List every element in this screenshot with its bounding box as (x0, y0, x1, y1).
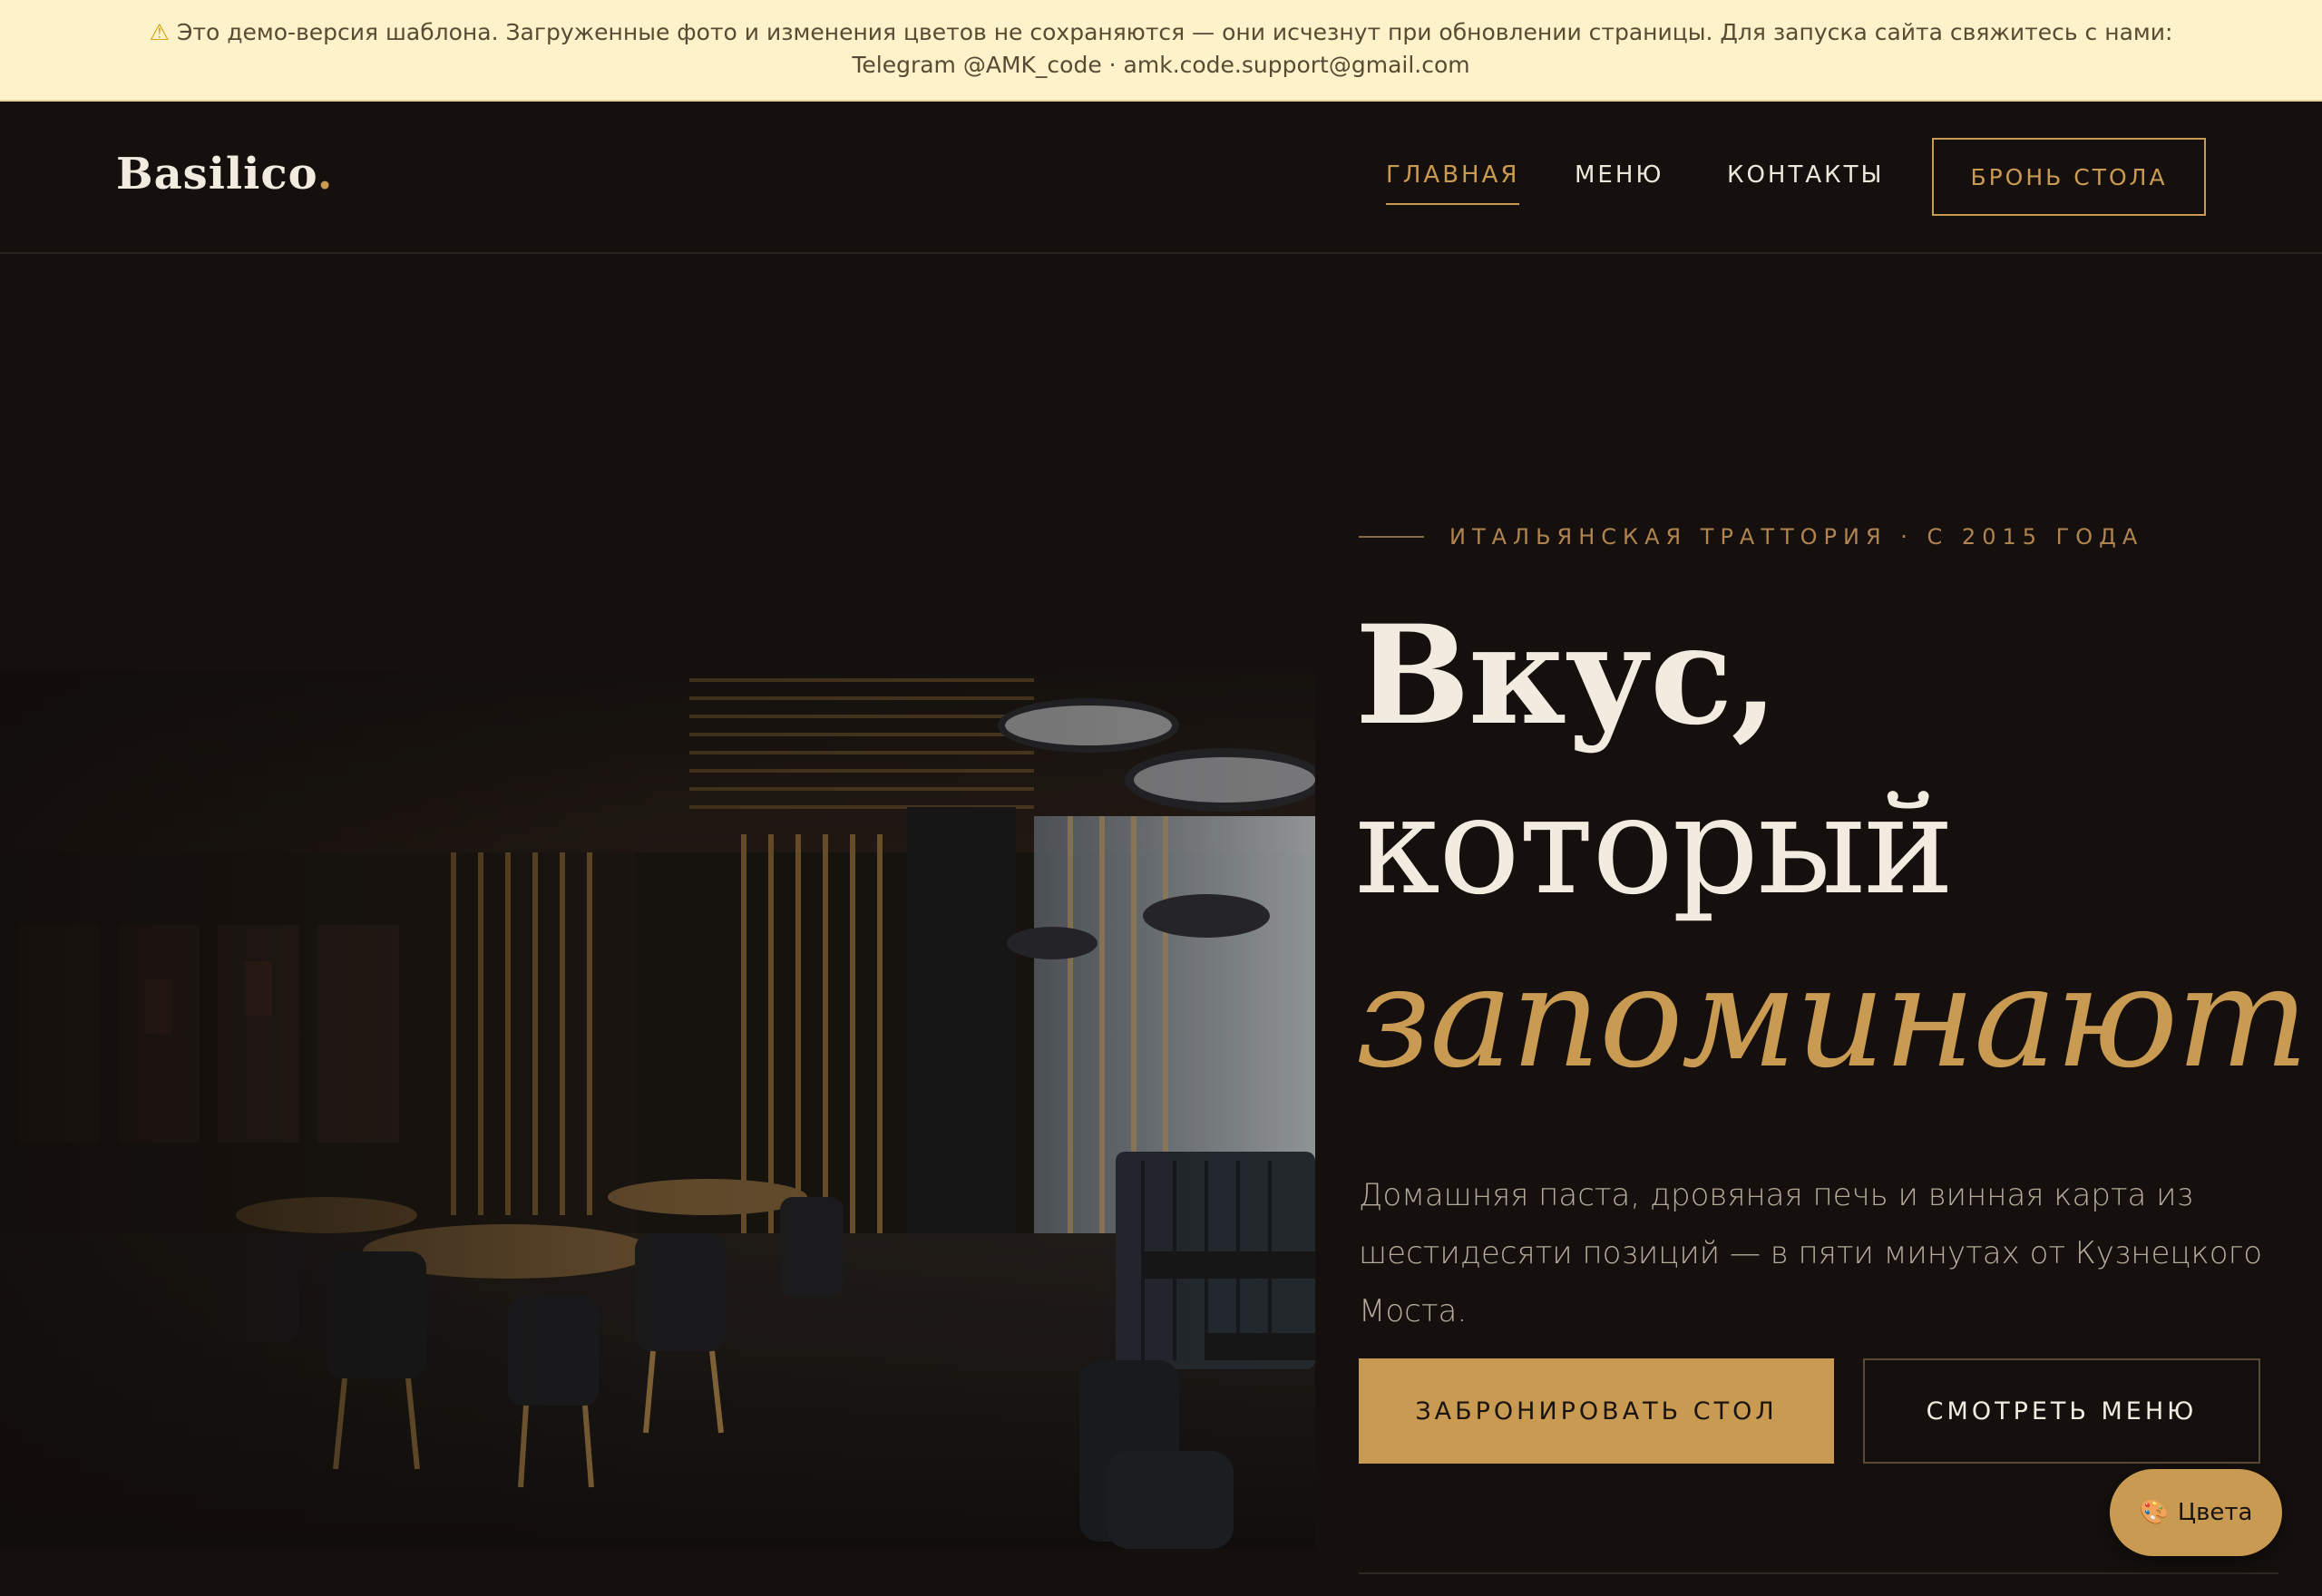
eyebrow-divider (1359, 536, 1424, 538)
nav-link-home[interactable]: ГЛАВНАЯ (1386, 161, 1520, 205)
hero-headline-accent: запоминают (1355, 937, 2308, 1099)
hero-headline-line1: Вкус, (1355, 596, 1779, 755)
hero-eyebrow: ИТАЛЬЯНСКАЯ ТРАТТОРИЯ · С 2015 ГОДА (1359, 524, 2143, 550)
hero-subtitle: Домашняя паста, дровяная печь и винная к… (1359, 1177, 2263, 1329)
view-menu-button[interactable]: СМОТРЕТЬ МЕНЮ (1863, 1358, 2260, 1464)
eyebrow-text: ИТАЛЬЯНСКАЯ ТРАТТОРИЯ · С 2015 ГОДА (1449, 524, 2144, 550)
logo[interactable]: Basilico. (116, 149, 334, 200)
book-table-button[interactable]: ЗАБРОНИРОВАТЬ СТОЛ (1359, 1358, 1834, 1464)
hero-headline-line2: который (1355, 767, 1955, 925)
nav-link-contacts[interactable]: КОНТАКТЫ (1727, 161, 1884, 189)
logo-text: Basilico (116, 149, 317, 200)
demo-banner-text: Это демо-версия шаблона. Загруженные фот… (176, 19, 2173, 78)
logo-dot: . (317, 149, 334, 200)
colors-button[interactable]: 🎨 Цвета (2110, 1469, 2282, 1556)
warning-icon: ⚠ (149, 19, 170, 45)
hero-divider (1359, 1572, 2278, 1574)
nav-link-menu[interactable]: МЕНЮ (1575, 161, 1663, 189)
colors-button-label: Цвета (2177, 1499, 2253, 1526)
palette-icon: 🎨 (2139, 1499, 2169, 1526)
demo-banner: ⚠ Это демо-версия шаблона. Загруженные фо… (0, 0, 2322, 102)
hero-image (0, 671, 1315, 1549)
site-header: Basilico. ГЛАВНАЯ МЕНЮ КОНТАКТЫ БРОНЬ СТ… (0, 102, 2322, 254)
reserve-table-button[interactable]: БРОНЬ СТОЛА (1932, 138, 2206, 216)
